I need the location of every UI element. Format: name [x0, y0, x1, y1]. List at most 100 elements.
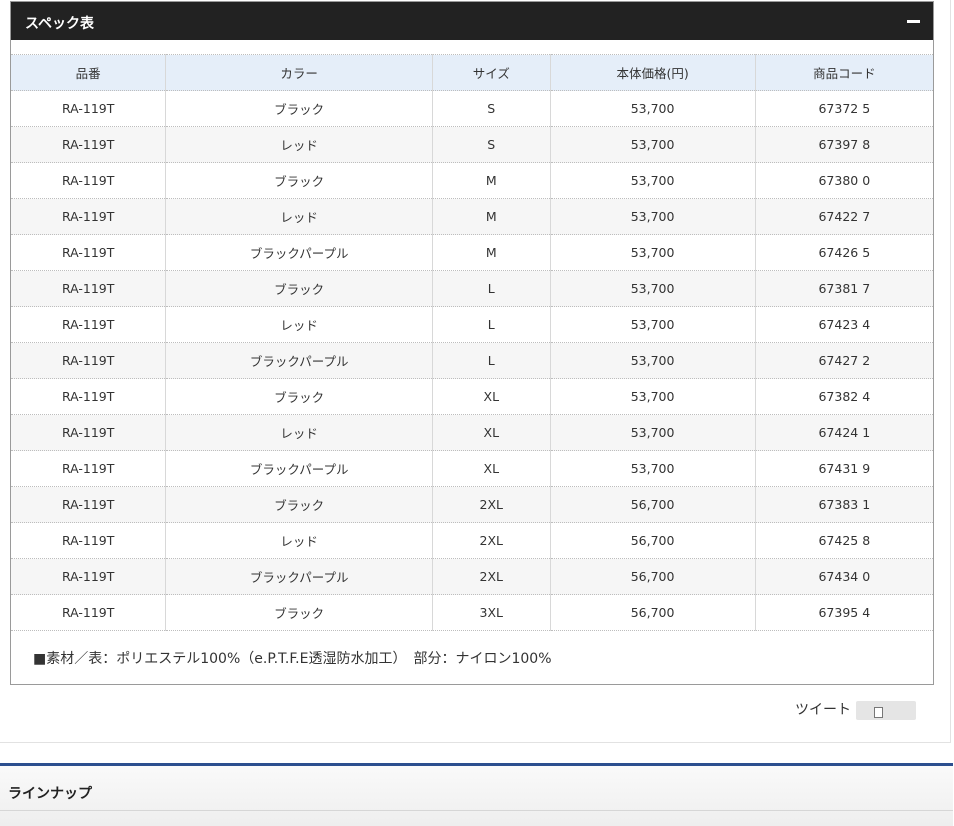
price-cell: 56,700 — [550, 594, 756, 631]
color-cell: ブラックパープル — [165, 558, 434, 595]
column-header: 本体価格(円) — [550, 54, 756, 91]
lineup-section: ラインナップ — [0, 763, 953, 826]
size-cell: S — [432, 90, 551, 127]
product-code-cell: 67383 1 — [755, 486, 933, 523]
price-cell: 53,700 — [550, 90, 756, 127]
color-cell: レッド — [165, 126, 434, 163]
table-row: RA-119T ブラック S 53,700 67372 5 — [11, 90, 933, 127]
color-cell: ブラック — [165, 90, 434, 127]
price-cell: 56,700 — [550, 486, 756, 523]
product-number-cell: RA-119T — [11, 414, 167, 451]
column-header: サイズ — [432, 54, 551, 91]
price-cell: 56,700 — [550, 558, 756, 595]
color-cell: ブラック — [165, 270, 434, 307]
product-number-cell: RA-119T — [11, 486, 167, 523]
table-row: RA-119T レッド S 53,700 67397 8 — [11, 126, 933, 163]
table-row: RA-119T ブラックパープル XL 53,700 67431 9 — [11, 450, 933, 487]
product-number-cell: RA-119T — [11, 522, 167, 559]
product-code-cell: 67425 8 — [755, 522, 933, 559]
share-button[interactable] — [856, 701, 916, 720]
table-row: RA-119T レッド XL 53,700 67424 1 — [11, 414, 933, 451]
product-code-cell: 67422 7 — [755, 198, 933, 235]
bookmark-icon — [874, 707, 883, 718]
product-number-cell: RA-119T — [11, 306, 167, 343]
price-cell: 53,700 — [550, 306, 756, 343]
color-cell: レッド — [165, 522, 434, 559]
color-cell: ブラックパープル — [165, 342, 434, 379]
product-code-cell: 67434 0 — [755, 558, 933, 595]
spec-title: スペック表 — [25, 16, 95, 32]
spec-table: 品番 カラー サイズ 本体価格(円) 商品コード RA-119T ブラック S 53,… — [11, 54, 933, 631]
color-cell: ブラックパープル — [165, 234, 434, 271]
product-number-cell: RA-119T — [11, 90, 167, 127]
product-number-cell: RA-119T — [11, 342, 167, 379]
size-cell: L — [432, 342, 551, 379]
divider — [0, 810, 953, 811]
lineup-title: ラインナップ — [8, 786, 92, 802]
color-cell: ブラック — [165, 594, 434, 631]
size-cell: M — [432, 234, 551, 271]
size-cell: XL — [432, 378, 551, 415]
table-header-row: 品番 カラー サイズ 本体価格(円) 商品コード — [11, 54, 933, 91]
product-code-cell: 67397 8 — [755, 126, 933, 163]
price-cell: 53,700 — [550, 378, 756, 415]
table-row: RA-119T ブラック L 53,700 67381 7 — [11, 270, 933, 307]
product-number-cell: RA-119T — [11, 126, 167, 163]
price-cell: 53,700 — [550, 342, 756, 379]
size-cell: XL — [432, 450, 551, 487]
product-code-cell: 67423 4 — [755, 306, 933, 343]
product-number-cell: RA-119T — [11, 198, 167, 235]
table-row: RA-119T ブラックパープル 2XL 56,700 67434 0 — [11, 558, 933, 595]
column-header: 商品コード — [755, 54, 933, 91]
spec-card: スペック表 品番 カラー サイズ 本体価格(円) 商品コード RA-119T ブラ… — [0, 0, 951, 743]
table-row: RA-119T レッド 2XL 56,700 67425 8 — [11, 522, 933, 559]
size-cell: 2XL — [432, 558, 551, 595]
product-code-cell: 67426 5 — [755, 234, 933, 271]
table-row: RA-119T ブラック XL 53,700 67382 4 — [11, 378, 933, 415]
price-cell: 56,700 — [550, 522, 756, 559]
product-code-cell: 67372 5 — [755, 90, 933, 127]
product-code-cell: 67431 9 — [755, 450, 933, 487]
table-row: RA-119T ブラック M 53,700 67380 0 — [11, 162, 933, 199]
size-cell: S — [432, 126, 551, 163]
color-cell: レッド — [165, 306, 434, 343]
product-code-cell: 67395 4 — [755, 594, 933, 631]
product-number-cell: RA-119T — [11, 162, 167, 199]
price-cell: 53,700 — [550, 234, 756, 271]
color-cell: ブラック — [165, 378, 434, 415]
size-cell: XL — [432, 414, 551, 451]
price-cell: 53,700 — [550, 450, 756, 487]
product-number-cell: RA-119T — [11, 558, 167, 595]
size-cell: 2XL — [432, 522, 551, 559]
tweet-link[interactable]: ツイート — [795, 699, 851, 719]
spec-header: スペック表 — [11, 2, 933, 40]
color-cell: レッド — [165, 198, 434, 235]
table-row: RA-119T レッド L 53,700 67423 4 — [11, 306, 933, 343]
table-row: RA-119T ブラックパープル M 53,700 67426 5 — [11, 234, 933, 271]
spec-table-box: スペック表 品番 カラー サイズ 本体価格(円) 商品コード RA-119T ブラ… — [10, 1, 934, 685]
table-row: RA-119T レッド M 53,700 67422 7 — [11, 198, 933, 235]
price-cell: 53,700 — [550, 414, 756, 451]
price-cell: 53,700 — [550, 126, 756, 163]
collapse-icon[interactable] — [907, 14, 921, 28]
table-row: RA-119T ブラック 3XL 56,700 67395 4 — [11, 594, 933, 631]
product-number-cell: RA-119T — [11, 234, 167, 271]
price-cell: 53,700 — [550, 162, 756, 199]
size-cell: M — [432, 198, 551, 235]
product-code-cell: 67424 1 — [755, 414, 933, 451]
product-number-cell: RA-119T — [11, 270, 167, 307]
table-row: RA-119T ブラック 2XL 56,700 67383 1 — [11, 486, 933, 523]
color-cell: ブラック — [165, 486, 434, 523]
color-cell: ブラックパープル — [165, 450, 434, 487]
table-row: RA-119T ブラックパープル L 53,700 67427 2 — [11, 342, 933, 379]
product-number-cell: RA-119T — [11, 594, 167, 631]
size-cell: 3XL — [432, 594, 551, 631]
product-number-cell: RA-119T — [11, 378, 167, 415]
column-header: カラー — [165, 54, 434, 91]
product-code-cell: 67381 7 — [755, 270, 933, 307]
price-cell: 53,700 — [550, 198, 756, 235]
material-note: ■素材／表：ポリエステル100%（e.P.T.F.E透湿防水加工） 部分：ナイロ… — [33, 651, 552, 667]
product-number-cell: RA-119T — [11, 450, 167, 487]
product-code-cell: 67380 0 — [755, 162, 933, 199]
size-cell: L — [432, 306, 551, 343]
